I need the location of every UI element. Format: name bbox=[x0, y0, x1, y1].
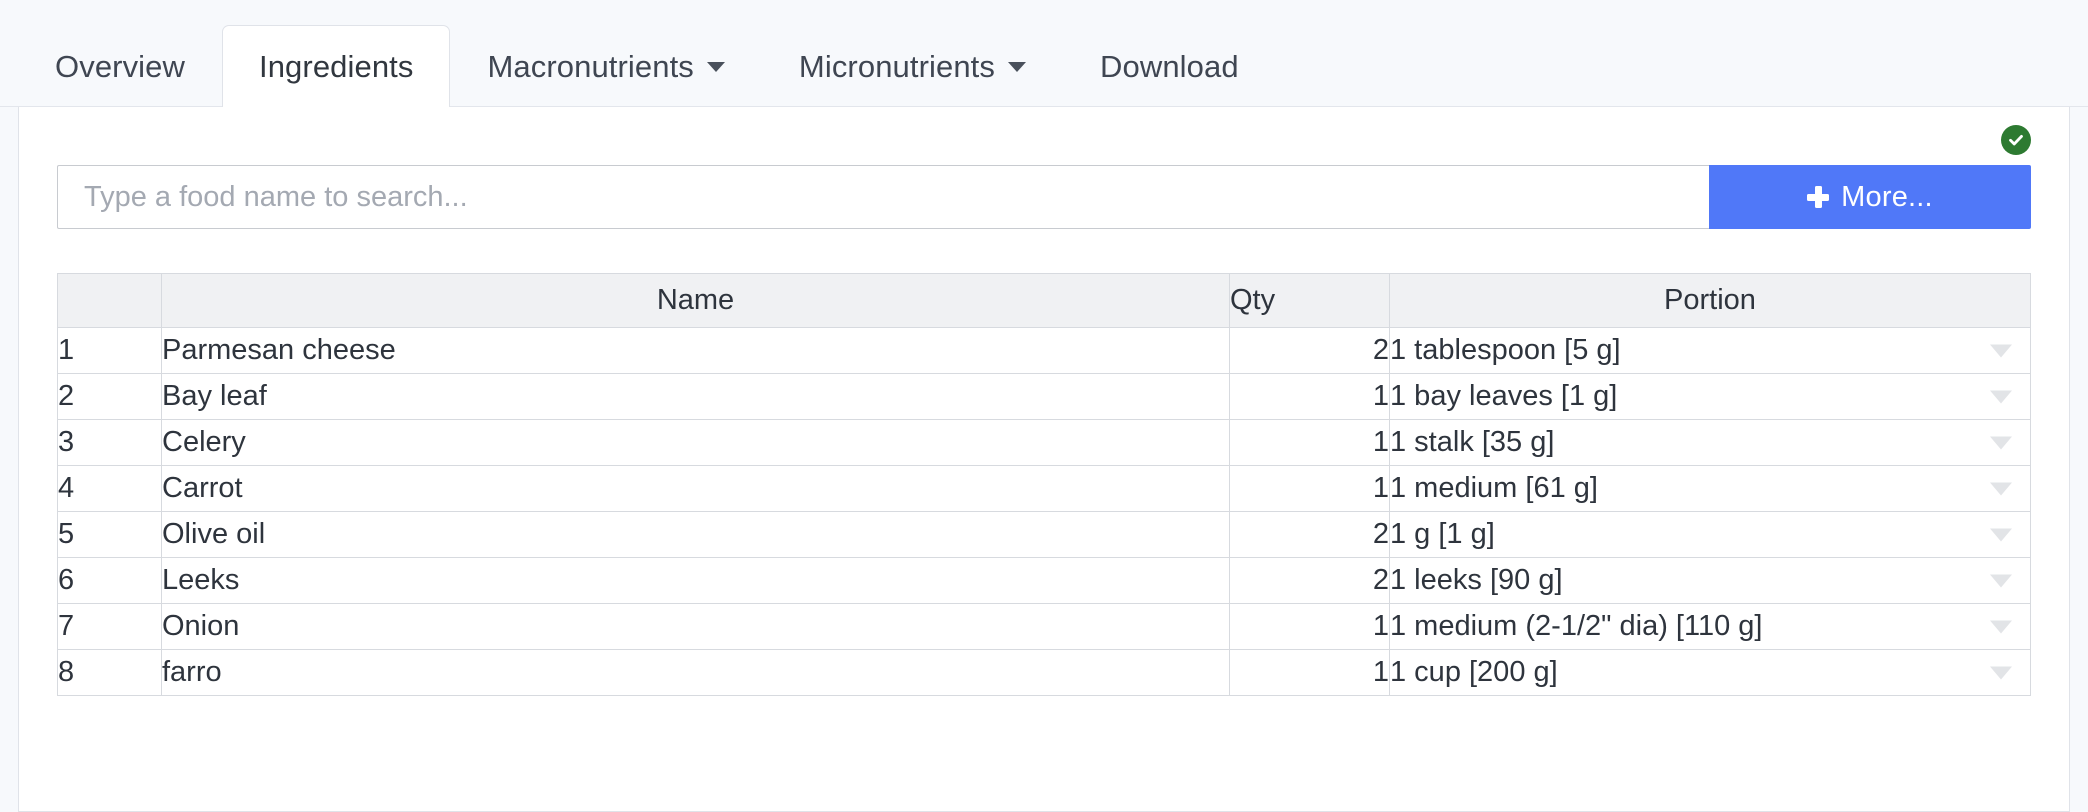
column-header-name: Name bbox=[161, 273, 1230, 328]
column-header-index bbox=[57, 273, 162, 328]
ingredient-portion-select[interactable]: 1 g [1 g] bbox=[1389, 511, 2031, 558]
chevron-down-icon bbox=[706, 61, 725, 72]
ingredient-portion-label: 1 medium [61 g] bbox=[1390, 472, 1598, 504]
ingredient-portion-select[interactable]: 1 bay leaves [1 g] bbox=[1389, 373, 2031, 420]
chevron-down-icon bbox=[1990, 666, 2012, 679]
chevron-down-icon bbox=[1008, 61, 1026, 72]
row-index: 8 bbox=[57, 649, 162, 696]
ingredient-portion-select[interactable]: 1 cup [200 g] bbox=[1389, 649, 2031, 696]
ingredient-portion-label: 1 leeks [90 g] bbox=[1390, 564, 1563, 596]
row-index: 1 bbox=[57, 327, 162, 374]
tab-overview-label: Overview bbox=[55, 49, 185, 84]
table-body: 1 Parmesan cheese 2 1 tablespoon [5 g] 2 Bay … bbox=[57, 327, 2031, 696]
ingredient-portion-select[interactable]: 1 stalk [35 g] bbox=[1389, 419, 2031, 466]
app-root: Overview Ingredients Macronutrients Micronu… bbox=[0, 0, 2088, 812]
ingredient-portion-select[interactable]: 1 tablespoon [5 g] bbox=[1389, 327, 2031, 374]
ingredient-portion-select[interactable]: 1 medium (2-1/2" dia) [110 g] bbox=[1389, 603, 2031, 650]
ingredient-name[interactable]: Leeks bbox=[161, 557, 1230, 604]
ingredient-portion-select[interactable]: 1 medium [61 g] bbox=[1389, 465, 2031, 512]
search-input[interactable] bbox=[57, 165, 1709, 229]
search-row: More... bbox=[57, 165, 2031, 229]
tab-micronutrients-label: Micronutrients bbox=[798, 49, 995, 84]
table-row: 8 farro 1 1 cup [200 g] bbox=[57, 649, 2031, 696]
column-header-portion: Portion bbox=[1389, 273, 2031, 328]
ingredients-panel: More... Name Qty Portion 1Parmesan chees… bbox=[18, 107, 2070, 812]
tab-download-label: Download bbox=[1100, 49, 1239, 84]
status-row bbox=[57, 107, 2031, 155]
more-button[interactable]: More... bbox=[1709, 165, 2031, 229]
ingredient-name[interactable]: Celery bbox=[161, 419, 1230, 466]
check-circle-icon bbox=[2001, 125, 2031, 155]
table-header-row: Name Qty Portion bbox=[57, 273, 2031, 328]
ingredient-qty[interactable]: 2 bbox=[1229, 327, 1390, 374]
tab-overview[interactable]: Overview bbox=[18, 25, 222, 107]
table-row: 2 Bay leaf 1 1 bay leaves [1 g] bbox=[57, 373, 2031, 420]
table-row: 1 Parmesan cheese 2 1 tablespoon [5 g] bbox=[57, 327, 2031, 374]
ingredient-portion-select[interactable]: 1 leeks [90 g] bbox=[1389, 557, 2031, 604]
tab-ingredients[interactable]: Ingredients bbox=[222, 25, 451, 108]
ingredient-qty[interactable]: 1 bbox=[1229, 465, 1390, 512]
ingredient-portion-label: 1 bay leaves [1 g] bbox=[1390, 380, 1618, 412]
ingredient-portion-label: 1 medium (2-1/2" dia) [110 g] bbox=[1390, 610, 1763, 642]
table-row: 3 Celery 1 1 stalk [35 g] bbox=[57, 419, 2031, 466]
table-row: 5 Olive oil 2 1 g [1 g] bbox=[57, 511, 2031, 558]
ingredient-qty[interactable]: 1 bbox=[1229, 419, 1390, 466]
row-index: 4 bbox=[57, 465, 162, 512]
chevron-down-icon bbox=[1990, 574, 2012, 587]
tab-macronutrients[interactable]: Macronutrients bbox=[450, 25, 761, 107]
table-row: 4 Carrot 1 1 medium [61 g] bbox=[57, 465, 2031, 512]
tab-micronutrients[interactable]: Micronutrients bbox=[762, 25, 1063, 107]
ingredients-table-wrap: Name Qty Portion 1 Parmesan cheese 2 1 tabl… bbox=[57, 273, 2031, 696]
column-header-qty: Qty bbox=[1229, 273, 1390, 328]
table-row: 6 Leeks 2 1 leeks [90 g] bbox=[57, 557, 2031, 604]
tab-bar: Overview Ingredients Macronutrients Micronu… bbox=[0, 0, 2088, 108]
ingredient-portion-label: 1 tablespoon [5 g] bbox=[1390, 334, 1621, 366]
chevron-down-icon bbox=[1990, 436, 2012, 449]
chevron-down-icon bbox=[1990, 528, 2012, 541]
ingredient-qty[interactable]: 1 bbox=[1229, 373, 1390, 420]
ingredient-portion-label: 1 cup [200 g] bbox=[1390, 656, 1558, 688]
plus-icon bbox=[1807, 186, 1830, 208]
table-row: 7 Onion 1 1 medium (2-1/2" dia) [110 g] bbox=[57, 603, 2031, 650]
ingredients-table: Name Qty Portion 1 Parmesan cheese 2 1 tabl… bbox=[57, 273, 2031, 696]
ingredient-name[interactable]: Bay leaf bbox=[161, 373, 1230, 420]
tab-macronutrients-label: Macronutrients bbox=[487, 49, 694, 84]
tab-ingredients-label: Ingredients bbox=[259, 49, 414, 84]
ingredient-qty[interactable]: 2 bbox=[1229, 557, 1390, 604]
ingredient-qty[interactable]: 1 bbox=[1229, 649, 1390, 696]
chevron-down-icon bbox=[1990, 344, 2012, 357]
row-index: 7 bbox=[57, 603, 162, 650]
ingredient-portion-label: 1 stalk [35 g] bbox=[1390, 426, 1555, 458]
chevron-down-icon bbox=[1990, 620, 2012, 633]
chevron-down-icon bbox=[1990, 482, 2012, 495]
chevron-down-icon bbox=[1990, 390, 2012, 403]
row-index: 2 bbox=[57, 373, 162, 420]
ingredient-name[interactable]: Olive oil bbox=[161, 511, 1230, 558]
ingredient-name[interactable]: Parmesan cheese bbox=[161, 327, 1230, 374]
ingredient-portion-label: 1 g [1 g] bbox=[1390, 518, 1495, 550]
table-header: Name Qty Portion bbox=[57, 273, 2031, 328]
ingredient-qty[interactable]: 2 bbox=[1229, 511, 1390, 558]
more-button-label: More... bbox=[1841, 180, 1933, 213]
tab-download[interactable]: Download bbox=[1063, 25, 1276, 107]
row-index: 5 bbox=[57, 511, 162, 558]
ingredient-name[interactable]: farro bbox=[161, 649, 1230, 696]
row-index: 3 bbox=[57, 419, 162, 466]
row-index: 6 bbox=[57, 557, 162, 604]
ingredient-qty[interactable]: 1 bbox=[1229, 603, 1390, 650]
ingredient-name[interactable]: Carrot bbox=[161, 465, 1230, 512]
ingredient-name[interactable]: Onion bbox=[161, 603, 1230, 650]
